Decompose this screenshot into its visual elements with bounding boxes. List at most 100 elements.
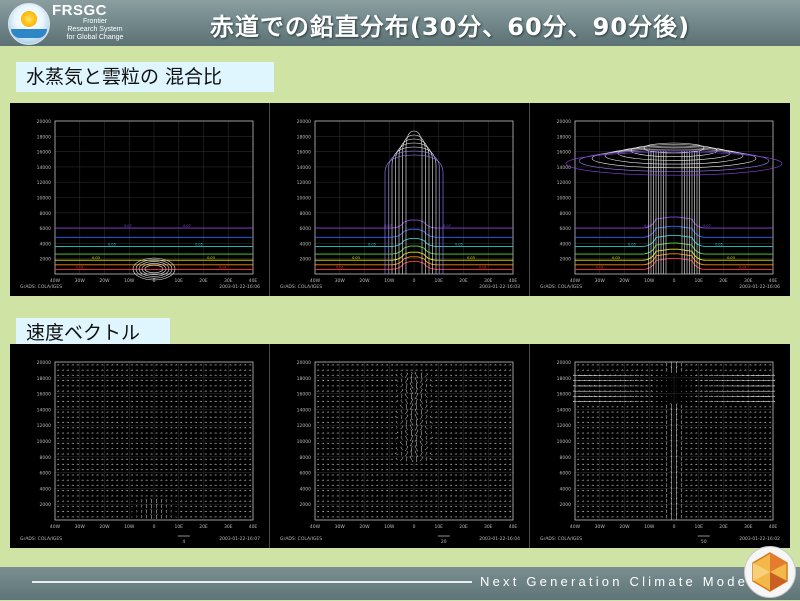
velocity-arrowhead: [431, 432, 432, 433]
velocity-arrowhead: [405, 430, 406, 431]
y-tick-label: 6000: [40, 471, 52, 477]
contour-label: 0.05: [195, 242, 203, 246]
x-tick-label: 30W: [75, 524, 86, 530]
velocity-arrow: [396, 448, 398, 449]
x-tick-label: 40E: [509, 278, 518, 284]
y-tick-label: 4000: [40, 241, 52, 247]
plot-footer-left: GrADS: COLA/IGES: [20, 536, 62, 542]
velocity-arrowhead: [426, 452, 427, 453]
velocity-arrow: [425, 395, 428, 398]
y-tick-label: 14000: [297, 165, 311, 171]
contour-label: 0.01: [336, 265, 344, 269]
velocity-arrowhead: [406, 388, 407, 389]
velocity-arrowhead: [406, 404, 407, 405]
velocity-arrow: [420, 389, 422, 393]
velocity-arrow: [425, 432, 428, 435]
velocity-arrow: [401, 411, 403, 414]
y-tick-label: 8000: [40, 455, 52, 461]
velocity-arrow: [420, 436, 423, 440]
velocity-arrow: [401, 448, 403, 451]
x-tick-label: 0: [153, 524, 156, 530]
y-tick-label: 12000: [297, 180, 311, 186]
velocity-arrow: [421, 431, 422, 435]
contour-label: 0.05: [455, 242, 463, 246]
velocity-arrow: [401, 437, 403, 440]
velocity-arrowhead: [156, 514, 157, 515]
reference-vector-label: 4: [182, 539, 185, 545]
velocity-arrowhead: [401, 436, 402, 437]
velocity-arrow: [420, 421, 423, 425]
velocity-arrowhead: [141, 505, 142, 506]
velocity-arrowhead: [141, 515, 142, 516]
x-tick-label: 30E: [484, 278, 493, 284]
plot-footer-right: 2003-01-22-16:06: [219, 284, 260, 290]
velocity-arrowhead: [401, 452, 402, 453]
velocity-arrowhead: [426, 442, 427, 443]
velocity-arrowhead: [396, 385, 397, 386]
y-tick-label: 20000: [297, 360, 311, 366]
y-tick-label: 14000: [557, 165, 571, 171]
x-tick-label: 20W: [359, 524, 370, 530]
velocity-arrow: [406, 389, 408, 393]
y-tick-label: 20000: [557, 119, 571, 125]
plot-footer-right: 2003-01-22-16:07: [219, 536, 260, 542]
contour-label: 0.03: [92, 256, 100, 260]
velocity-arrowhead: [397, 400, 398, 401]
velocity-arrow: [426, 400, 427, 403]
x-tick-label: 10E: [434, 524, 443, 530]
y-tick-label: 20000: [297, 119, 311, 125]
velocity-arrow: [401, 453, 402, 456]
velocity-arrowhead: [396, 374, 397, 375]
x-tick-label: 10E: [694, 278, 703, 284]
y-tick-label: 16000: [297, 392, 311, 398]
velocity-arrow: [406, 384, 407, 388]
velocity-arrowhead: [416, 435, 417, 436]
contour-label: 0.03: [352, 256, 360, 260]
velocity-arrow: [426, 437, 427, 440]
x-tick-label: 30W: [75, 278, 86, 284]
velocity-arrowhead: [402, 457, 403, 458]
velocity-arrowhead: [426, 400, 427, 401]
y-tick-label: 16000: [297, 150, 311, 156]
velocity-arrow: [430, 401, 433, 402]
y-tick-label: 2000: [300, 502, 312, 508]
velocity-arrowhead: [425, 394, 426, 395]
x-tick-label: 0: [153, 278, 156, 284]
plot-footer-left: GrADS: COLA/IGES: [20, 284, 62, 290]
x-tick-label: 20E: [719, 278, 728, 284]
velocity-arrowhead: [427, 410, 428, 411]
y-tick-label: 2000: [560, 257, 572, 263]
velocity-arrow: [425, 427, 428, 430]
x-tick-label: 30W: [335, 278, 346, 284]
velocity-arrow: [421, 426, 423, 430]
y-tick-label: 12000: [37, 423, 51, 429]
y-tick-label: 6000: [560, 226, 572, 232]
velocity-arrow: [401, 379, 402, 382]
contour-label: 0.07: [183, 224, 191, 228]
velocity-arrowhead: [146, 515, 147, 516]
y-tick-label: 8000: [560, 211, 572, 217]
velocity-arrow: [136, 501, 137, 502]
x-tick-label: 20E: [459, 524, 468, 530]
velocity-arrow: [395, 396, 398, 397]
velocity-arrowhead: [416, 398, 417, 399]
x-tick-label: 10E: [434, 278, 443, 284]
velocity-arrow: [421, 373, 422, 377]
velocity-arrow: [396, 422, 398, 423]
velocity-arrowhead: [411, 372, 412, 373]
y-tick-label: 18000: [37, 134, 51, 140]
y-tick-label: 14000: [37, 165, 51, 171]
velocity-arrowhead: [166, 499, 167, 500]
velocity-arrow: [426, 458, 427, 461]
velocity-arrow: [171, 516, 172, 517]
velocity-arrow: [415, 373, 418, 378]
y-tick-label: 18000: [557, 134, 571, 140]
velocity-arrow: [430, 459, 433, 460]
velocity-arrow: [425, 390, 428, 393]
plot-footer-left: GrADS: COLA/IGES: [280, 536, 322, 542]
velocity-arrowhead: [426, 436, 427, 437]
y-tick-label: 12000: [557, 180, 571, 186]
velocity-arrow: [171, 506, 172, 507]
velocity-arrowhead: [426, 379, 427, 380]
velocity-arrowhead: [430, 385, 431, 386]
